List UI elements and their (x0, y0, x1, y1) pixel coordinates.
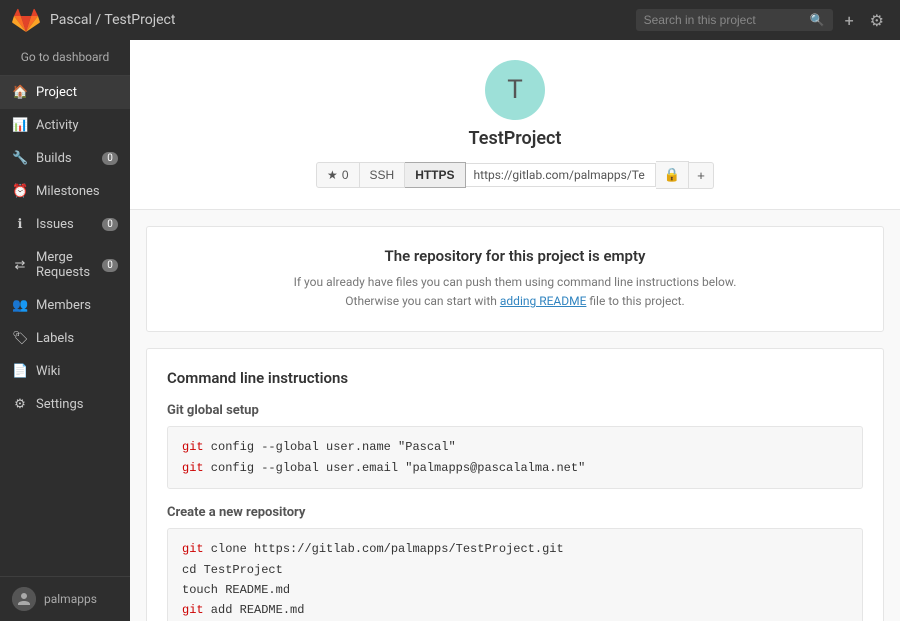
sidebar-item-label: Builds (36, 151, 94, 166)
search-box[interactable]: 🔍 (636, 9, 833, 31)
cli-section: Command line instructions Git global set… (146, 348, 884, 621)
sidebar: Go to dashboard 🏠 Project 📊 Activity 🔧 B… (0, 40, 130, 621)
sidebar-item-builds[interactable]: 🔧 Builds 0 (0, 142, 130, 175)
empty-repo-notice: The repository for this project is empty… (146, 226, 884, 332)
sidebar-item-wiki[interactable]: 📄 Wiki (0, 355, 130, 388)
sidebar-item-label: Wiki (36, 364, 118, 379)
sidebar-goto[interactable]: Go to dashboard (0, 40, 130, 76)
settings-nav-icon: ⚙ (12, 397, 28, 412)
main-content: T TestProject ★ 0 SSH HTTPS https://gitl… (130, 40, 900, 621)
git-global-label: Git global setup (167, 403, 863, 418)
sidebar-item-label: Milestones (36, 184, 118, 199)
new-repo-label: Create a new repository (167, 505, 863, 520)
topbar: Pascal / TestProject 🔍 + ⚙ (0, 0, 900, 40)
https-button[interactable]: HTTPS (405, 162, 465, 188)
lock-button[interactable]: 🔒 (656, 161, 690, 189)
star-button[interactable]: ★ 0 (316, 162, 359, 188)
plus-icon-url: + (697, 168, 705, 183)
issues-icon: ℹ (12, 217, 28, 232)
sidebar-item-milestones[interactable]: ⏰ Milestones (0, 175, 130, 208)
home-icon: 🏠 (12, 85, 28, 100)
lock-icon: 🔒 (664, 167, 681, 182)
wiki-icon: 📄 (12, 364, 28, 379)
sidebar-item-label: Settings (36, 397, 118, 412)
username-label: palmapps (44, 592, 97, 606)
project-header: T TestProject ★ 0 SSH HTTPS https://gitl… (130, 40, 900, 210)
star-icon: ★ (327, 168, 338, 182)
sidebar-item-members[interactable]: 👥 Members (0, 289, 130, 322)
new-repo-code: git clone https://gitlab.com/palmapps/Te… (167, 528, 863, 621)
merge-icon: ⇄ (12, 258, 28, 273)
sidebar-item-settings[interactable]: ⚙ Settings (0, 388, 130, 421)
sidebar-item-label: Issues (36, 217, 94, 232)
layout: Go to dashboard 🏠 Project 📊 Activity 🔧 B… (0, 40, 900, 621)
git-global-code: git config --global user.name "Pascal" g… (167, 426, 863, 489)
gitlab-logo-icon (12, 6, 40, 34)
sidebar-item-issues[interactable]: ℹ Issues 0 (0, 208, 130, 241)
project-name: TestProject (469, 128, 562, 149)
ssh-button[interactable]: SSH (360, 162, 406, 188)
empty-repo-title: The repository for this project is empty (167, 247, 863, 265)
merge-badge: 0 (102, 259, 118, 272)
sidebar-item-label: Activity (36, 118, 118, 133)
sidebar-item-merge-requests[interactable]: ⇄ Merge Requests 0 (0, 241, 130, 289)
activity-icon: 📊 (12, 118, 28, 133)
repo-url-display: https://gitlab.com/palmapps/Te (466, 163, 656, 187)
sidebar-item-project[interactable]: 🏠 Project (0, 76, 130, 109)
sidebar-user: palmapps (0, 576, 130, 621)
plus-icon[interactable]: + (841, 7, 858, 34)
avatar (12, 587, 36, 611)
goto-dashboard-link[interactable]: Go to dashboard (21, 50, 110, 64)
members-icon: 👥 (12, 298, 28, 313)
adding-readme-link[interactable]: adding README (500, 294, 587, 308)
sidebar-nav: 🏠 Project 📊 Activity 🔧 Builds 0 ⏰ Milest… (0, 76, 130, 576)
sidebar-item-label: Labels (36, 331, 118, 346)
sidebar-item-activity[interactable]: 📊 Activity (0, 109, 130, 142)
star-count: 0 (342, 168, 349, 182)
sidebar-item-labels[interactable]: 🏷 Labels (0, 322, 130, 355)
topbar-right: 🔍 + ⚙ (636, 7, 888, 34)
project-avatar: T (485, 60, 545, 120)
new-repo-section: Create a new repository git clone https:… (167, 505, 863, 621)
sidebar-item-label: Members (36, 298, 118, 313)
repo-actions: ★ 0 SSH HTTPS https://gitlab.com/palmapp… (316, 161, 714, 189)
topbar-left: Pascal / TestProject (12, 6, 175, 34)
search-icon: 🔍 (810, 13, 825, 27)
builds-icon: 🔧 (12, 151, 28, 166)
plus-url-button[interactable]: + (689, 162, 714, 189)
labels-icon: 🏷 (12, 331, 28, 346)
breadcrumb: Pascal / TestProject (50, 12, 175, 28)
git-global-setup: Git global setup git config --global use… (167, 403, 863, 489)
empty-repo-description: If you already have files you can push t… (167, 273, 863, 311)
settings-icon[interactable]: ⚙ (866, 7, 888, 34)
issues-badge: 0 (102, 218, 118, 231)
sidebar-item-label: Project (36, 85, 118, 100)
search-input[interactable] (644, 13, 804, 27)
project-avatar-letter: T (507, 75, 523, 105)
milestones-icon: ⏰ (12, 184, 28, 199)
sidebar-item-label: Merge Requests (36, 250, 94, 280)
builds-badge: 0 (102, 152, 118, 165)
cli-title: Command line instructions (167, 369, 863, 387)
